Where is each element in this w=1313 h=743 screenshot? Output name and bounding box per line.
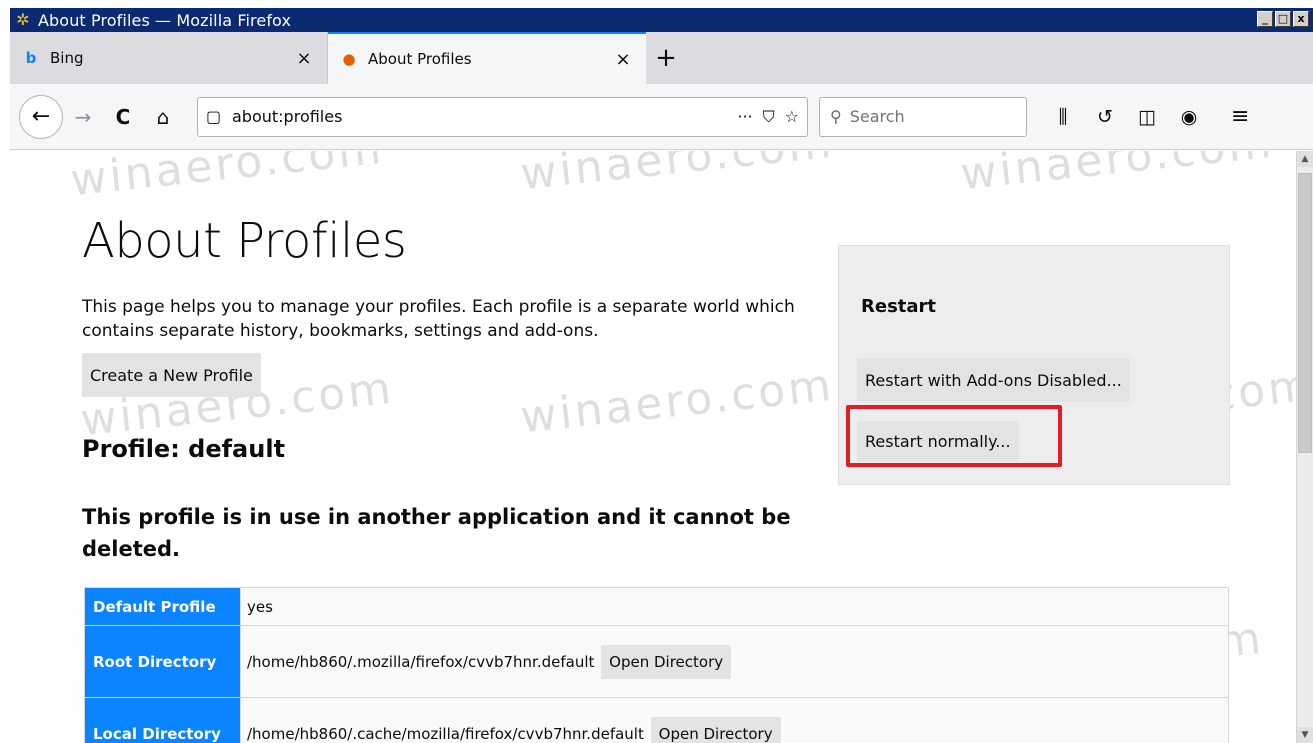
highlight-box (846, 405, 1062, 467)
watermark: winaero.com (518, 151, 837, 201)
tab-bing[interactable]: b Bing × (10, 32, 328, 84)
app-icon: ✲ (16, 10, 30, 29)
tab-close-icon[interactable]: × (293, 48, 315, 69)
sidebar-icon[interactable]: ◫ (1135, 106, 1159, 128)
scroll-up-icon[interactable]: ▲ (1297, 151, 1313, 167)
table-row: Default Profile yes (84, 587, 1229, 626)
tab-about-profiles[interactable]: ● About Profiles × (328, 32, 646, 84)
restart-addons-disabled-button[interactable]: Restart with Add-ons Disabled... (857, 358, 1130, 402)
table-row: Root Directory /home/hb860/.mozilla/fire… (84, 625, 1229, 698)
back-arrow-icon: ← (31, 104, 51, 129)
tab-label: Bing (50, 49, 84, 67)
local-directory-path: /home/hb860/.cache/mozilla/firefox/cvvb7… (247, 724, 644, 743)
home-icon: ⌂ (156, 104, 170, 129)
window-title: About Profiles — Mozilla Firefox (38, 10, 292, 30)
open-root-directory-button[interactable]: Open Directory (601, 644, 732, 679)
window-controls: _ □ x (1257, 11, 1309, 27)
bing-icon: b (25, 49, 37, 67)
bookmark-star-icon[interactable]: ☆ (785, 107, 799, 126)
profile-heading: Profile: default (82, 435, 286, 463)
forward-button[interactable]: → (63, 95, 103, 139)
scroll-thumb[interactable] (1298, 173, 1312, 453)
search-bar[interactable]: ⚲ (819, 96, 1027, 137)
search-input[interactable] (849, 107, 1000, 126)
tab-close-icon[interactable]: × (612, 49, 634, 70)
toolbar-icons: ⫼ ↺ ◫ ◉ (1051, 106, 1201, 128)
profile-table: Default Profile yes Root Directory /home… (84, 587, 1229, 743)
tab-label: About Profiles (368, 50, 472, 68)
window-titlebar: ✲ About Profiles — Mozilla Firefox _ □ x (10, 8, 1313, 32)
reload-button[interactable]: C (103, 95, 143, 139)
table-row: Local Directory /home/hb860/.cache/mozil… (84, 697, 1229, 743)
tab-strip: b Bing × ● About Profiles × + (10, 32, 1313, 84)
table-key: Local Directory (84, 697, 241, 743)
watermark: winaero.com (68, 151, 387, 207)
library-icon[interactable]: ⫼ (1051, 106, 1075, 128)
page-title: About Profiles (82, 213, 407, 269)
watermark: winaero.com (518, 359, 837, 444)
history-icon[interactable]: ↺ (1093, 106, 1117, 128)
create-new-profile-button[interactable]: Create a New Profile (82, 353, 261, 397)
new-tab-button[interactable]: + (646, 32, 686, 84)
navigation-toolbar: ← → C ⌂ ▢ ··· ⛉ ☆ ⚲ ⫼ ↺ ◫ ◉ ≡ (10, 84, 1313, 150)
account-icon[interactable]: ◉ (1177, 106, 1201, 128)
default-profile-value: yes (247, 597, 273, 616)
table-key: Default Profile (84, 587, 241, 626)
firefox-icon: ● (342, 50, 356, 68)
open-local-directory-button[interactable]: Open Directory (650, 716, 781, 743)
reload-icon: C (115, 104, 131, 129)
pocket-icon[interactable]: ⛉ (763, 107, 775, 127)
page-icon: ▢ (206, 107, 222, 126)
table-value: /home/hb860/.mozilla/firefox/cvvb7hnr.de… (240, 625, 1229, 698)
back-button[interactable]: ← (19, 94, 63, 139)
url-bar[interactable]: ▢ ··· ⛉ ☆ (197, 96, 808, 137)
url-input[interactable] (232, 107, 728, 126)
forward-arrow-icon: → (74, 104, 92, 129)
table-value: yes (240, 587, 1229, 626)
page-intro: This page helps you to manage your profi… (82, 297, 795, 341)
minimize-button[interactable]: _ (1257, 11, 1273, 27)
hamburger-menu-icon[interactable]: ≡ (1231, 104, 1249, 129)
table-value: /home/hb860/.cache/mozilla/firefox/cvvb7… (240, 697, 1229, 743)
search-icon: ⚲ (830, 107, 842, 126)
page-actions-icon[interactable]: ··· (737, 107, 752, 126)
home-button[interactable]: ⌂ (143, 95, 183, 139)
close-window-button[interactable]: x (1293, 11, 1309, 27)
page-scrollbar[interactable]: ▲ ▼ (1296, 151, 1313, 743)
profile-in-use-notice: This profile is in use in another applic… (82, 505, 791, 561)
page-content: winaero.com winaero.com winaero.com wina… (10, 151, 1296, 743)
root-directory-path: /home/hb860/.mozilla/firefox/cvvb7hnr.de… (247, 652, 595, 671)
table-key: Root Directory (84, 625, 241, 698)
watermark: winaero.com (958, 151, 1277, 201)
restart-title: Restart (861, 296, 937, 317)
maximize-button[interactable]: □ (1275, 11, 1291, 27)
scroll-down-icon[interactable]: ▼ (1297, 727, 1313, 743)
